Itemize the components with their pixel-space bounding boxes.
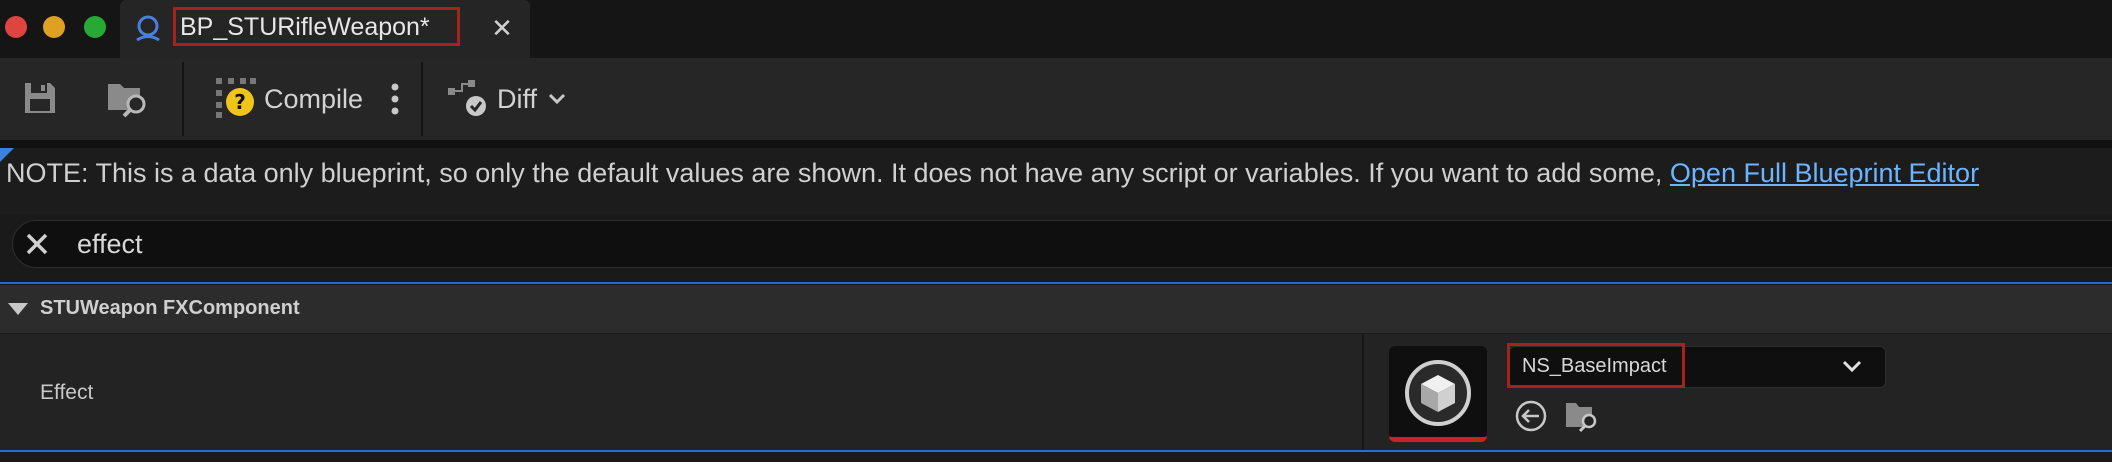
title-bar: BP_STURifleWeapon* ✕ (0, 0, 2112, 58)
minimize-window-button[interactable] (43, 16, 65, 38)
svg-text:?: ? (234, 90, 246, 114)
data-only-note: NOTE: This is a data only blueprint, so … (6, 158, 1979, 189)
asset-name: NS_BaseImpact (1522, 355, 1667, 377)
row-bottom-line (0, 450, 2112, 452)
blueprint-icon (136, 15, 160, 42)
more-options-icon[interactable] (385, 82, 405, 116)
diff-icon (448, 80, 486, 116)
tab-title: BP_STURifleWeapon* (180, 13, 430, 41)
maximize-window-button[interactable] (84, 16, 106, 38)
diff-label: Diff (497, 84, 538, 114)
folder-search-icon[interactable] (106, 78, 150, 118)
tab-close-icon[interactable]: ✕ (488, 14, 516, 42)
close-window-button[interactable] (5, 16, 27, 38)
compile-status-unknown-icon: ? (216, 78, 256, 118)
chevron-down-icon (548, 93, 566, 105)
tab-blueprint[interactable]: BP_STURifleWeapon* ✕ (120, 0, 530, 58)
category-label: STUWeapon FXComponent (40, 297, 300, 319)
asset-thumbnail[interactable] (1389, 346, 1487, 442)
category-header[interactable]: STUWeapon FXComponent (0, 285, 2112, 333)
browse-to-asset-icon[interactable] (1564, 399, 1600, 433)
use-selected-asset-icon[interactable] (1514, 399, 1548, 433)
toolbar-separator (421, 62, 423, 136)
property-column-divider[interactable] (1362, 334, 1364, 450)
chevron-down-icon[interactable] (1840, 356, 1864, 376)
category-top-line (0, 282, 2112, 284)
cube-icon (1405, 360, 1471, 426)
details-search-box[interactable] (12, 220, 2112, 268)
note-text: NOTE: This is a data only blueprint, so … (6, 158, 1663, 188)
toolbar-separator (182, 62, 184, 136)
property-label: Effect (40, 381, 94, 404)
toolbar-shadow (0, 140, 2112, 148)
search-input[interactable] (77, 227, 1977, 261)
collapse-arrow-icon[interactable] (8, 303, 28, 315)
compile-label: Compile (264, 84, 364, 114)
clear-search-icon[interactable] (23, 230, 51, 258)
open-full-blueprint-editor-link[interactable]: Open Full Blueprint Editor (1670, 158, 1979, 188)
toolbar: ? Compile Diff (0, 58, 2112, 140)
save-icon[interactable] (22, 80, 58, 116)
